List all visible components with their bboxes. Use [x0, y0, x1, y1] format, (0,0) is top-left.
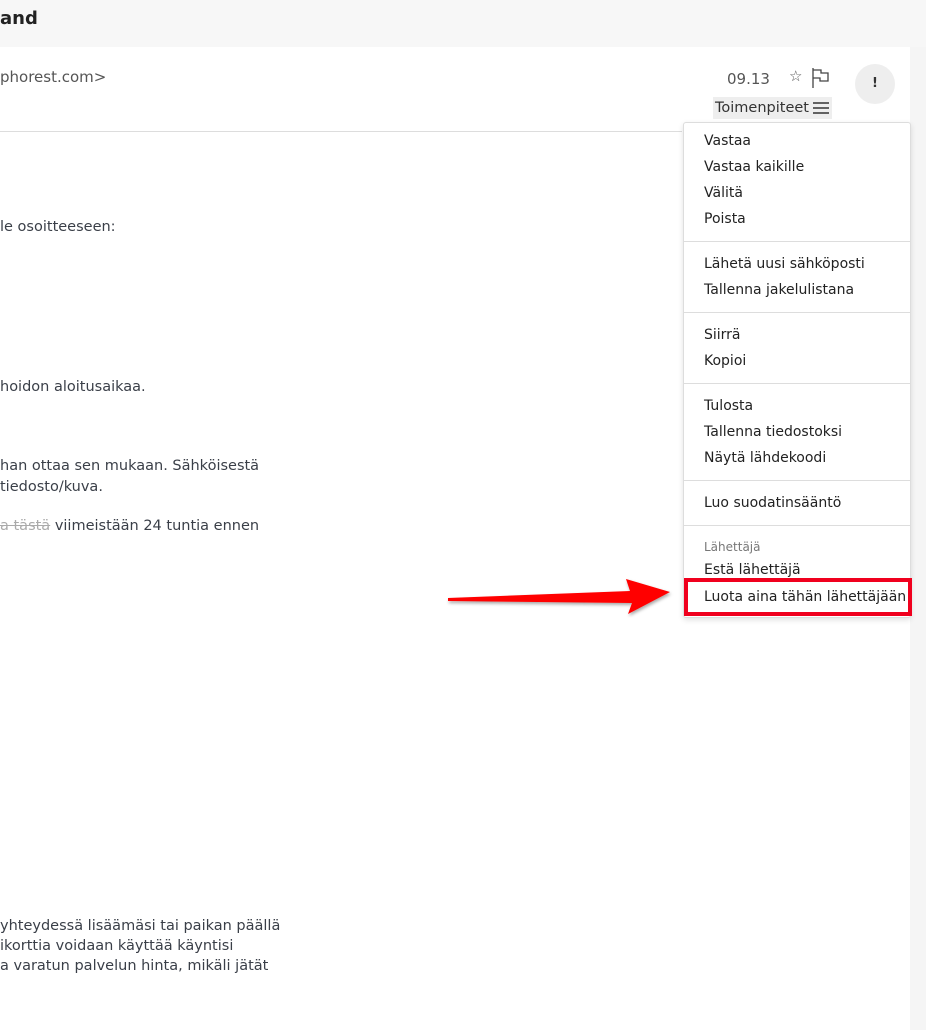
menu-item-forward[interactable]: Välitä	[704, 182, 743, 204]
body-text: viimeistään 24 tuntia ennen	[54, 518, 260, 534]
actions-label: Toimenpiteet	[715, 100, 809, 116]
menu-item-copy[interactable]: Kopioi	[704, 350, 746, 372]
struck-link[interactable]: a tästä	[0, 518, 50, 534]
menu-item-create-filter[interactable]: Luo suodatinsääntö	[704, 492, 841, 514]
menu-item-new-email[interactable]: Lähetä uusi sähköposti	[704, 253, 865, 275]
body-text: a varatun palvelun hinta, mikäli jätät	[0, 958, 269, 974]
menu-item-save-file[interactable]: Tallenna tiedostoksi	[704, 421, 842, 443]
menu-item-save-list[interactable]: Tallenna jakelulistana	[704, 279, 854, 301]
flag-icon[interactable]	[810, 67, 832, 89]
body-text: han ottaa sen mukaan. Sähköisestä	[0, 458, 260, 474]
sender-address: phorest.com>	[0, 68, 107, 86]
actions-button[interactable]: Toimenpiteet	[713, 97, 832, 119]
body-text: ikorttia voidaan käyttää käyntisi	[0, 938, 234, 954]
menu-divider	[684, 312, 910, 313]
menu-item-trust-sender[interactable]: Luota aina tähän lähettäjään	[684, 578, 912, 616]
menu-item-print[interactable]: Tulosta	[704, 395, 753, 417]
red-arrow-icon	[448, 579, 670, 614]
star-icon[interactable]: ☆	[789, 67, 802, 85]
menu-icon	[812, 102, 829, 114]
body-text: yhteydessä lisäämäsi tai paikan päällä	[0, 918, 281, 934]
importance-button[interactable]: !	[855, 64, 895, 104]
message-date: 09.13	[727, 70, 770, 88]
menu-item-reply[interactable]: Vastaa	[704, 130, 751, 152]
body-text: le osoitteeseen:	[0, 219, 116, 235]
body-text: tiedosto/kuva.	[0, 479, 103, 495]
menu-divider	[684, 383, 910, 384]
body-text: hoidon aloitusaikaa.	[0, 379, 146, 395]
menu-item-view-source[interactable]: Näytä lähdekoodi	[704, 447, 826, 469]
menu-item-reply-all[interactable]: Vastaa kaikille	[704, 156, 804, 178]
menu-section-sender: Lähettäjä	[704, 540, 761, 554]
page-title: and	[0, 8, 38, 29]
scrollbar-track[interactable]	[910, 47, 926, 1030]
menu-divider	[684, 241, 910, 242]
header-divider	[0, 131, 682, 132]
actions-menu: Vastaa Vastaa kaikille Välitä Poista Läh…	[683, 122, 912, 618]
menu-item-move[interactable]: Siirrä	[704, 324, 741, 346]
menu-divider	[684, 480, 910, 481]
menu-divider	[684, 525, 910, 526]
menu-item-delete[interactable]: Poista	[704, 208, 746, 230]
